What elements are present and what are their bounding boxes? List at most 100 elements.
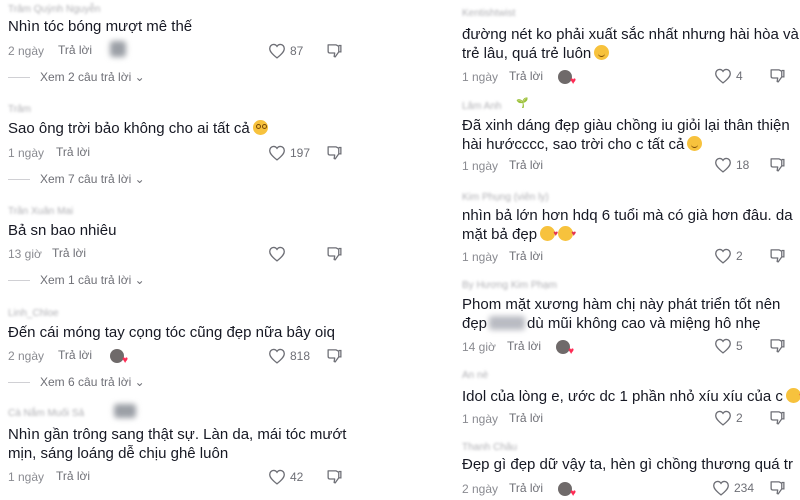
laughing-emoji-icon — [687, 136, 703, 151]
view-replies-link[interactable]: Xem 2 câu trả lời ⌄ — [8, 70, 145, 84]
comment-text-line: đẹp dù mũi không cao và miệng hô nhẹ — [462, 313, 761, 334]
comment-text-content: Idol của lòng e, ước dc 1 phần nhỏ xíu x… — [462, 388, 783, 405]
comment-time: 1 ngày — [462, 250, 499, 264]
comment-time: 1 ngày — [462, 159, 499, 173]
like-count: 4 — [736, 69, 743, 83]
view-replies-link[interactable]: Xem 7 câu trả lời ⌄ — [8, 172, 145, 186]
heart-outline-icon[interactable] — [268, 469, 286, 485]
reply-button[interactable]: Trả lời — [58, 43, 92, 57]
comment-username[interactable]: Kim Phụng (viên ly) — [462, 192, 549, 203]
comment-username[interactable]: Trâm Quỳnh Nguyễn — [8, 4, 100, 15]
comment-time: 1 ngày — [8, 470, 45, 484]
comment-time: 1 ngày — [462, 412, 499, 426]
divider-line — [8, 179, 30, 181]
comment-text-line: Đã xinh dáng đẹp giàu chồng iu giỏi lại … — [462, 117, 790, 134]
comment-text-line: trẻ lâu, quá trẻ luôn — [462, 43, 610, 64]
comment-username[interactable]: Trâm — [8, 104, 31, 115]
comment-item: By Hương Kim Phạm Phom mặt xương hàm chị… — [444, 276, 800, 360]
view-replies-link[interactable]: Xem 6 câu trả lời ⌄ — [8, 375, 145, 389]
comment-time: 2 ngày — [8, 349, 45, 363]
view-replies-label: Xem 7 câu trả lời — [40, 172, 132, 186]
comment-item: Linh_Chloe Đến cái móng tay cọng tóc cũn… — [0, 302, 386, 392]
heart-outline-icon[interactable] — [714, 68, 732, 84]
reply-button[interactable]: Trả lời — [509, 249, 543, 263]
like-count: 2 — [736, 411, 743, 425]
heart-outline-icon[interactable] — [714, 157, 732, 173]
chevron-down-icon: ⌄ — [131, 70, 145, 84]
comment-username[interactable]: Linh_Chloe — [8, 308, 59, 319]
heart-outline-icon[interactable] — [268, 145, 286, 161]
blurred-text — [489, 316, 526, 330]
comment-username[interactable]: Trần Xuân Mai — [8, 206, 73, 217]
reply-button[interactable]: Trả lời — [52, 246, 86, 260]
comments-panel-right: Kentishtwist đường nét ko phải xuất sắc … — [444, 0, 800, 500]
thumbs-down-icon[interactable] — [769, 337, 786, 354]
thumbs-down-icon[interactable] — [769, 247, 786, 264]
like-count: 5 — [736, 339, 743, 353]
comment-text: Nhìn tóc bóng mượt mê thế — [8, 18, 193, 35]
heart-outline-icon[interactable] — [268, 348, 286, 364]
comment-username[interactable]: An nè — [462, 370, 488, 381]
comment-text-line: mịn, sáng loáng dễ chịu ghê luôn — [8, 445, 229, 462]
like-count: 42 — [290, 470, 304, 484]
chevron-down-icon: ⌄ — [131, 375, 145, 389]
heart-badge-icon: ♥ — [570, 76, 576, 87]
comment-text-content: Sao ông trời bảo không cho ai tất cả — [8, 120, 250, 137]
comment-text-line: Nhìn gần trông sang thật sự. Làn da, mái… — [8, 426, 347, 443]
username-emoji-icon — [114, 404, 136, 418]
like-count: 87 — [290, 44, 304, 58]
reply-button[interactable]: Trả lời — [56, 145, 90, 159]
thumbs-down-icon[interactable] — [326, 245, 343, 262]
view-replies-link[interactable]: Xem 1 câu trả lời ⌄ — [8, 273, 145, 287]
comment-text-content: mặt bả đẹp — [462, 226, 538, 243]
sprout-emoji-icon: 🌱 — [516, 98, 529, 109]
heart-outline-icon[interactable] — [268, 246, 286, 262]
heart-outline-icon[interactable] — [714, 248, 732, 264]
comment-text-line: nhìn bả lớn hơn hdq 6 tuổi mà có già hơn… — [462, 207, 793, 224]
comment-time: 2 ngày — [462, 482, 499, 496]
thumbs-down-icon[interactable] — [326, 347, 343, 364]
comment-time: 1 ngày — [8, 146, 45, 160]
thumbs-down-icon[interactable] — [769, 67, 786, 84]
reply-button[interactable]: Trả lời — [509, 69, 543, 83]
reply-button[interactable]: Trả lời — [507, 339, 541, 353]
heart-outline-icon[interactable] — [712, 480, 730, 496]
comment-text-line: hài hướcccc, sao trời cho c tất cả — [462, 134, 703, 155]
heart-badge-icon: ♥ — [122, 355, 128, 366]
heart-badge-icon: ♥ — [570, 488, 576, 499]
comment-item: An nè Idol của lòng e, ước dc 1 phần nhỏ… — [444, 366, 800, 432]
comment-username[interactable]: Thanh Châu — [462, 442, 517, 453]
thumbs-down-icon[interactable] — [326, 144, 343, 161]
heart-outline-icon[interactable] — [268, 43, 286, 59]
smiling-hearts-emoji-icon — [540, 223, 558, 244]
reply-button[interactable]: Trả lời — [509, 158, 543, 172]
like-count: 234 — [734, 481, 755, 495]
comment-username[interactable]: By Hương Kim Phạm — [462, 280, 557, 291]
thumbs-down-icon[interactable] — [769, 156, 786, 173]
reply-button[interactable]: Trả lời — [509, 481, 543, 495]
comment-text-line: Phom mặt xương hàm chị này phát triển tố… — [462, 296, 781, 313]
view-replies-label: Xem 2 câu trả lời — [40, 70, 132, 84]
reply-button[interactable]: Trả lời — [509, 411, 543, 425]
like-count: 197 — [290, 146, 311, 160]
view-replies-label: Xem 1 câu trả lời — [40, 273, 132, 287]
thumbs-down-icon[interactable] — [326, 468, 343, 485]
comment-item: Trần Xuân Mai Bả sn bao nhiêu 13 giờ Trả… — [0, 200, 386, 290]
reply-button[interactable]: Trả lời — [58, 348, 92, 362]
comment-item: Trâm Sao ông trời bảo không cho ai tất c… — [0, 100, 386, 190]
thumbs-down-icon[interactable] — [326, 42, 343, 59]
comment-text: Đến cái móng tay cọng tóc cũng đẹp nữa b… — [8, 324, 335, 341]
comment-item: Kentishtwist đường nét ko phải xuất sắc … — [444, 0, 800, 92]
comment-username[interactable]: Kentishtwist — [462, 8, 515, 19]
comment-username[interactable]: Lâm Anh — [462, 101, 501, 112]
comment-text-content: hài hướcccc, sao trời cho c tất cả — [462, 136, 685, 153]
comment-text-line: đường nét ko phải xuất sắc nhất nhưng hà… — [462, 26, 799, 43]
comment-username[interactable]: Cà Nắm Muối Sả — [8, 408, 84, 419]
heart-outline-icon[interactable] — [714, 338, 732, 354]
reply-button[interactable]: Trả lời — [56, 469, 90, 483]
thumbs-down-icon[interactable] — [769, 409, 786, 426]
divider-line — [8, 77, 30, 79]
creator-liked-avatar: ♥ — [110, 349, 128, 366]
thumbs-down-icon[interactable] — [769, 479, 786, 496]
heart-outline-icon[interactable] — [714, 410, 732, 426]
